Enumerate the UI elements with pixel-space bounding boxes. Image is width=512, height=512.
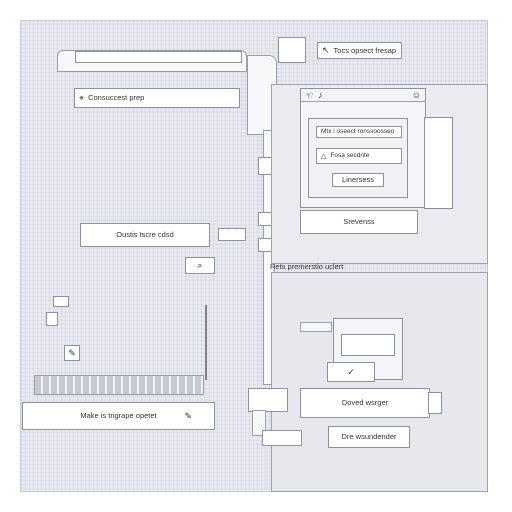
stem-box-1 [248, 388, 288, 412]
window-side-panel [424, 117, 453, 209]
lower-right-panel [271, 272, 488, 492]
edit-tile[interactable]: ✎ [64, 345, 80, 361]
arrow-icon: ↖ [322, 45, 330, 55]
left-label-2-box[interactable]: Make is trigrape opetet ✎ [22, 402, 215, 430]
lower-connector [300, 322, 332, 332]
left-connector-box [218, 228, 246, 241]
mini-dialog[interactable]: ✓ [327, 362, 375, 382]
hand-icon[interactable]: ☜ [305, 90, 313, 100]
right-card-label: Doved wsrger [341, 398, 389, 408]
top-input-bar[interactable] [75, 51, 242, 63]
left-small-tile-1 [53, 296, 69, 307]
top-square-tile[interactable] [278, 37, 306, 63]
window-row-1-label: Mtx i oseect ronssoosseo [321, 127, 395, 135]
top-right-label: Tocs opsect fresap [333, 45, 397, 55]
window-row-2[interactable]: △ Fosa secdnte [316, 148, 402, 164]
window-footer-label: Srevenss [343, 217, 375, 227]
window-footer-tab[interactable]: Srevenss [300, 210, 418, 234]
search-icon: ⌕ [197, 260, 203, 270]
mini-window-field [341, 334, 395, 356]
right-card-tab [428, 392, 442, 414]
bottom-label: Dre wsundender [341, 432, 397, 442]
mid-label: Rets premerstio uclert [270, 262, 344, 271]
left-wire [205, 305, 207, 380]
cursor-icon: ⌖ [79, 92, 85, 103]
warning-icon: △ [321, 152, 327, 160]
window-primary-button[interactable]: Linersess [332, 173, 384, 187]
pencil-icon: ✎ [184, 410, 192, 421]
left-label-1: Oustis tscre cdsd [116, 230, 174, 240]
keyboard-strip [34, 375, 204, 395]
left-label-2: Make is trigrape opetet [80, 411, 157, 421]
stem-box-2 [262, 430, 302, 446]
user-icon[interactable]: ☺ [412, 90, 421, 100]
search-button[interactable]: ⌕ [185, 257, 215, 274]
window-button-label: Linersess [341, 175, 375, 185]
window-titlebar: ☜ ♪ ☺ [301, 89, 425, 102]
top-search-field[interactable]: ⌖ Consuccest prep [74, 88, 240, 108]
left-small-tile-2 [46, 312, 58, 326]
left-label-1-box[interactable]: Oustis tscre cdsd [80, 223, 210, 247]
bell-icon[interactable]: ♪ [318, 90, 323, 100]
window-row-2-label: Fosa secdnte [330, 151, 370, 159]
top-right-label-box[interactable]: ↖ Tocs opsect fresap [317, 42, 402, 59]
window-row-1[interactable]: Mtx i oseect ronssoosseo [316, 126, 402, 138]
bottom-label-box[interactable]: Dre wsundender [328, 426, 410, 448]
right-card[interactable]: Doved wsrger [300, 388, 430, 418]
check-icon: ✓ [347, 366, 355, 377]
top-search-label: Consuccest prep [88, 93, 145, 103]
edit-icon: ✎ [68, 347, 76, 358]
